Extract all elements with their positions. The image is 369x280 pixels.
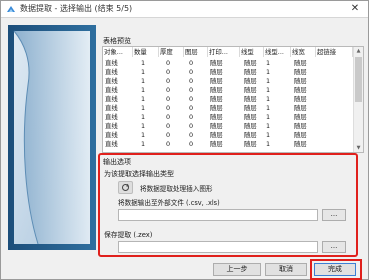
table-row[interactable]: 直线 1 0 0 随层 随层 1 随层 xyxy=(103,121,353,130)
external-file-option[interactable]: 将数据输出至外部文件 (.csv, .xls) xyxy=(118,197,220,207)
cycle-icon[interactable] xyxy=(118,181,133,194)
close-button[interactable]: ✕ xyxy=(348,2,362,16)
column-header[interactable]: 超链接 xyxy=(316,47,353,57)
page-curl-illustration xyxy=(8,25,96,250)
table-cell: 1 xyxy=(266,140,271,148)
browse-output-file-button[interactable]: ... xyxy=(322,209,346,221)
column-header[interactable]: 厚度 xyxy=(159,47,184,57)
table-row[interactable]: 直线 1 0 0 随层 随层 1 随层 xyxy=(103,112,353,121)
table-row[interactable]: 直线 1 0 0 随层 随层 1 随层 xyxy=(103,130,353,139)
table-cell: 0 xyxy=(189,140,194,148)
table-cell: 0 xyxy=(166,140,171,148)
save-extract-label: 保存提取 (.zex) xyxy=(104,231,153,239)
back-button[interactable]: 上一步 xyxy=(213,263,261,276)
column-header[interactable]: 线型 xyxy=(240,47,264,57)
table-header: 对象... 数量 厚度 图层 打印... 线型 线型... 线宽 超链接 xyxy=(103,47,353,57)
save-extract-path-input[interactable] xyxy=(118,241,318,253)
column-header[interactable]: 线型... xyxy=(264,47,291,57)
table-row[interactable]: 直线 1 0 0 随层 随层 1 随层 xyxy=(103,67,353,76)
table-preview-title: 表格预览 xyxy=(103,37,131,45)
table-row[interactable]: 直线 1 0 0 随层 随层 1 随层 xyxy=(103,85,353,94)
output-type-label: 为该提取选择输出类型 xyxy=(104,170,174,178)
scroll-thumb[interactable] xyxy=(355,57,362,102)
table-cell: 1 xyxy=(141,140,146,148)
column-header[interactable]: 打印... xyxy=(208,47,240,57)
column-header[interactable]: 对象... xyxy=(103,47,133,57)
title-bar: 数据提取 - 选择输出 (结束 5/5) ✕ xyxy=(1,1,368,18)
data-extraction-dialog: 数据提取 - 选择输出 (结束 5/5) ✕ 表格预览 对象... 数量 厚度 … xyxy=(0,0,369,280)
table-row[interactable]: 直线 1 0 0 随层 随层 1 随层 xyxy=(103,76,353,85)
scroll-up-icon[interactable]: ▲ xyxy=(354,47,363,55)
table-row[interactable]: 直线 1 0 0 随层 随层 1 随层 xyxy=(103,139,353,148)
output-options-title: 输出选项 xyxy=(103,158,131,166)
table-cell: 随层 xyxy=(244,140,257,148)
table-cell: 随层 xyxy=(210,140,223,148)
insert-table-option[interactable]: 将数据提取处理插入图形 xyxy=(140,183,213,193)
finish-button[interactable]: 完成 xyxy=(314,263,356,276)
window-title: 数据提取 - 选择输出 (结束 5/5) xyxy=(20,4,133,13)
output-file-path-input[interactable] xyxy=(118,209,318,221)
table-cell: 随层 xyxy=(294,140,307,148)
column-header[interactable]: 图层 xyxy=(184,47,208,57)
browse-save-extract-button[interactable]: ... xyxy=(322,241,346,253)
vertical-scrollbar[interactable]: ▲ ▼ xyxy=(353,47,363,152)
data-extract-icon xyxy=(7,6,15,12)
cancel-button[interactable]: 取消 xyxy=(265,263,307,276)
scroll-down-icon[interactable]: ▼ xyxy=(354,144,363,152)
table-row[interactable]: 直线 1 0 0 随层 随层 1 随层 xyxy=(103,94,353,103)
table-row[interactable]: 直线 1 0 0 随层 随层 1 随层 xyxy=(103,103,353,112)
table-preview[interactable]: 对象... 数量 厚度 图层 打印... 线型 线型... 线宽 超链接 直线 1… xyxy=(102,46,364,153)
table-cell: 直线 xyxy=(105,140,118,148)
table-row[interactable]: 直线 1 0 0 随层 随层 1 随层 xyxy=(103,58,353,67)
column-header[interactable]: 线宽 xyxy=(291,47,316,57)
column-header[interactable]: 数量 xyxy=(133,47,159,57)
